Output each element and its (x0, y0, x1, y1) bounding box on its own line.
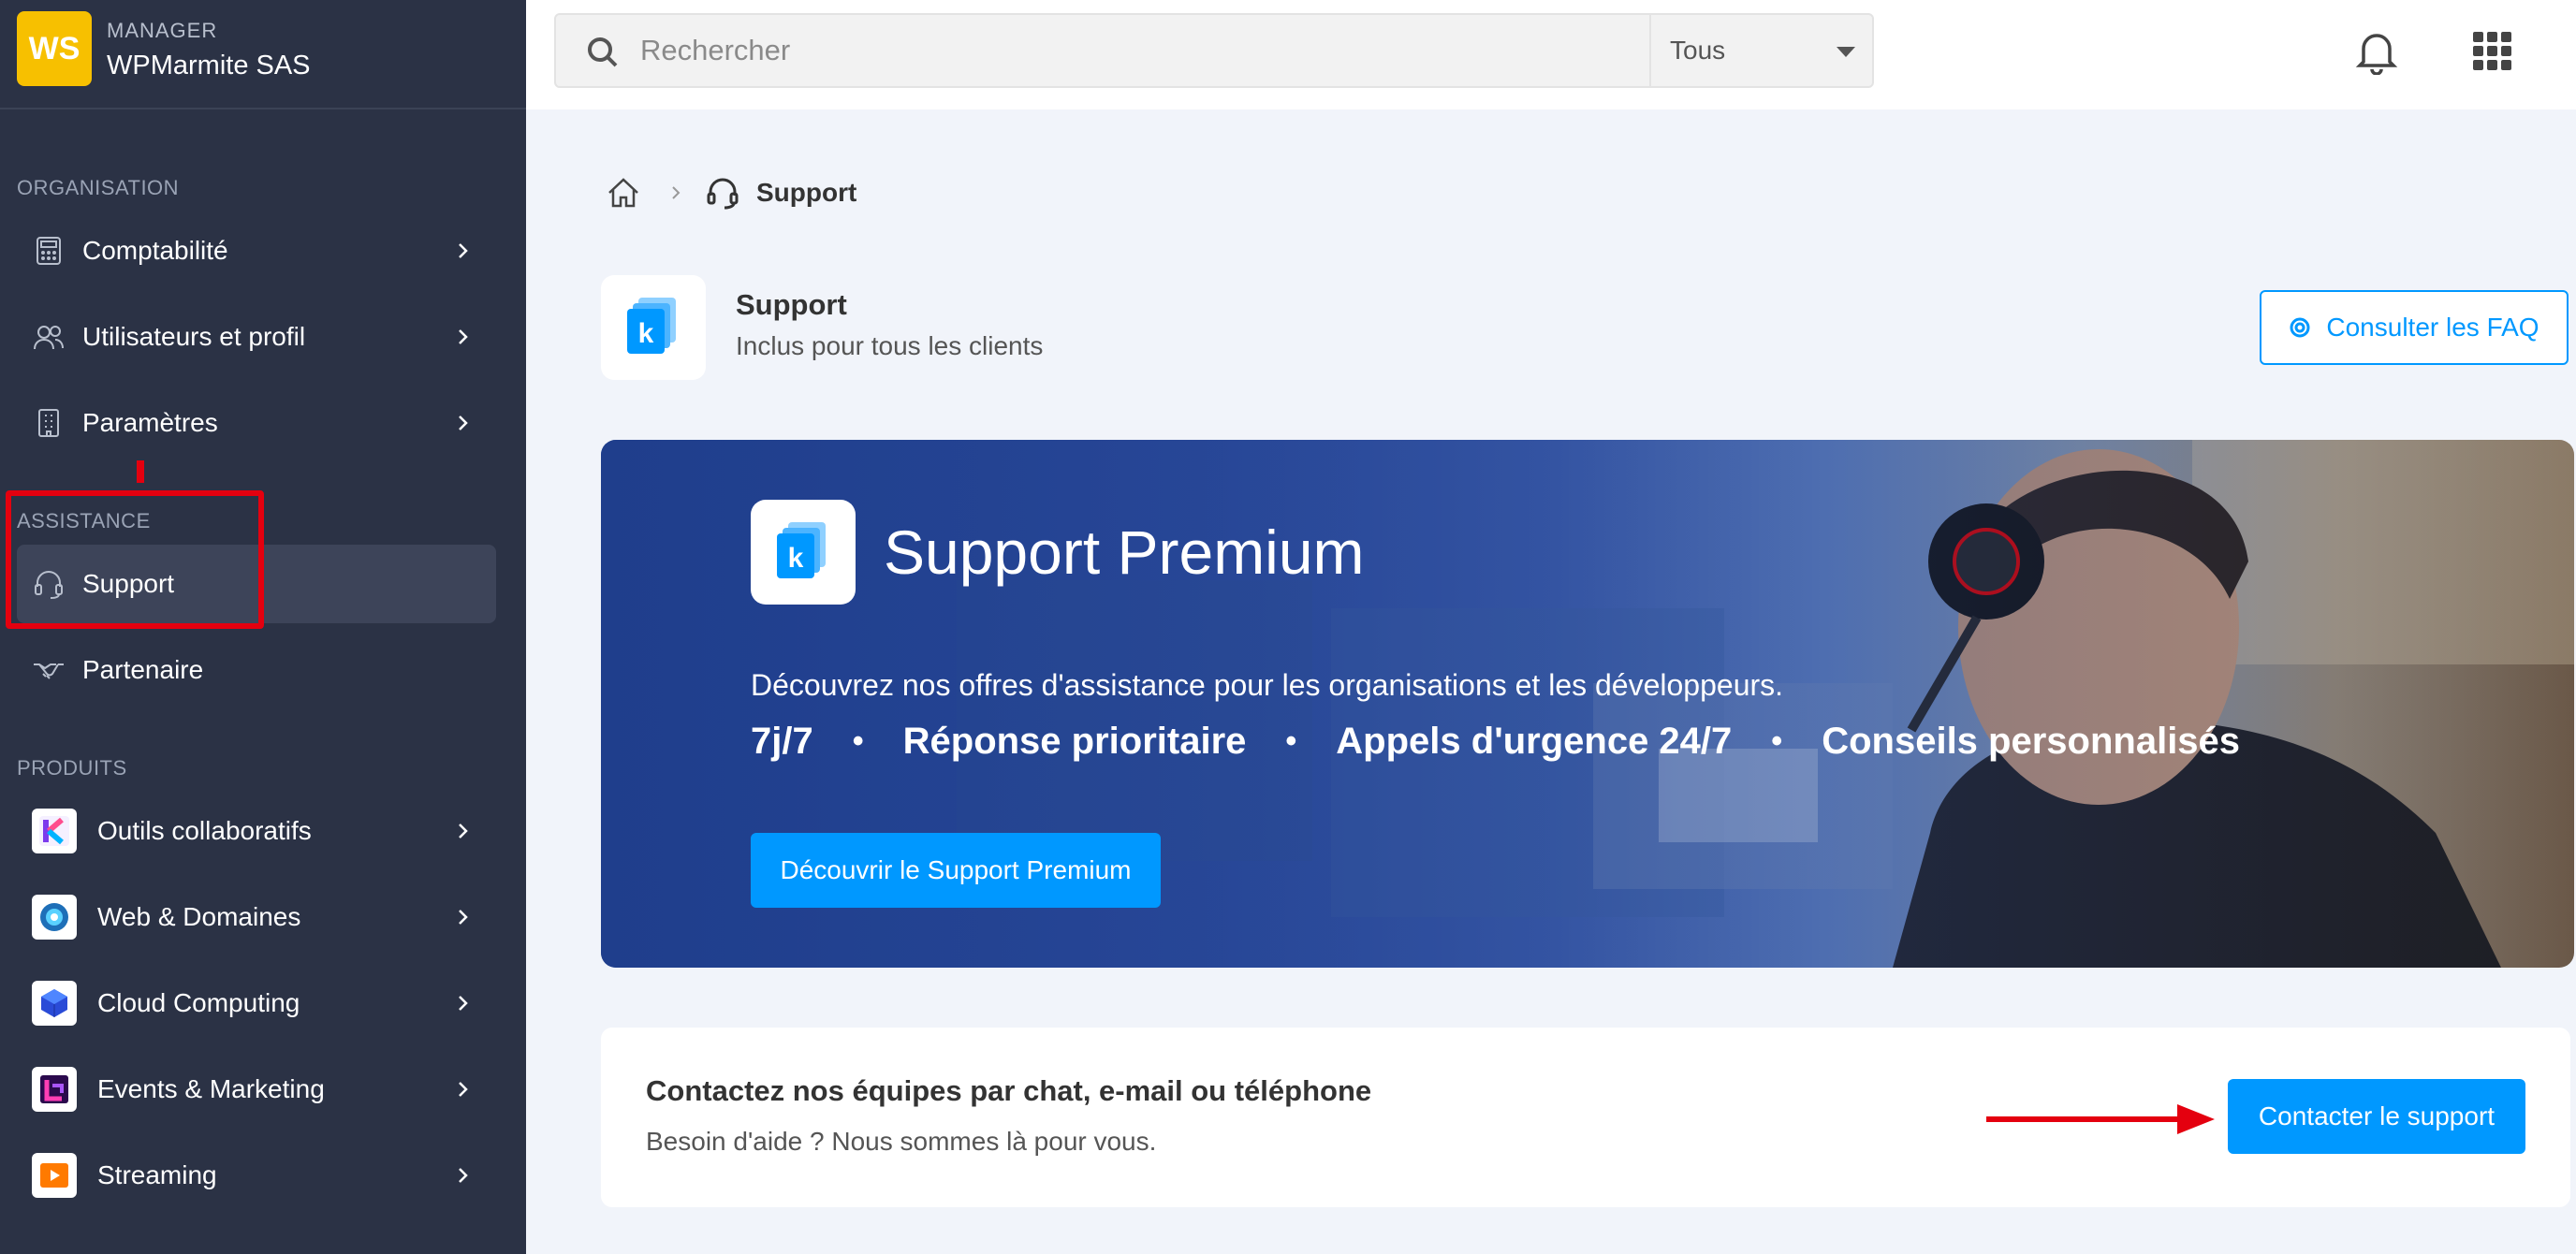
organisation-avatar: WS (17, 11, 92, 86)
users-icon (32, 320, 66, 354)
sidebar-item-label: Events & Marketing (97, 1074, 325, 1103)
feature-separator: • (1285, 723, 1297, 759)
feature-item: Appels d'urgence 24/7 (1336, 721, 1733, 762)
sidebar-item-label: Utilisateurs et profil (82, 322, 306, 351)
annotation-highlight-box (6, 490, 264, 629)
service-title: Support (736, 288, 847, 321)
chevron-right-icon (459, 329, 468, 344)
contact-card: Contactez nos équipes par chat, e-mail o… (601, 1028, 2570, 1207)
sidebar-item-comptabilite[interactable]: Comptabilité (17, 211, 496, 290)
sidebar-item-outils-collaboratifs[interactable]: Outils collaboratifs (17, 792, 496, 870)
search-scope-select[interactable]: Tous (1649, 13, 1874, 88)
search-icon (588, 37, 618, 67)
chevron-right-icon (459, 1168, 468, 1183)
events-icon (32, 1067, 77, 1112)
feature-item: Conseils personnalisés (1822, 721, 2241, 762)
headset-icon (707, 178, 739, 210)
banner-features: 7j/7 • Réponse prioritaire • Appels d'ur… (751, 721, 2240, 763)
sidebar-item-parametres[interactable]: Paramètres (17, 384, 496, 462)
calculator-icon (32, 234, 66, 268)
annotation-arrow-icon (1986, 1104, 2215, 1134)
caret-down-icon (1837, 47, 1855, 57)
sidebar-item-cloud-computing[interactable]: Cloud Computing (17, 964, 496, 1043)
account-role: MANAGER (107, 19, 218, 42)
search-input[interactable] (640, 30, 1576, 71)
banner-description: Découvrez nos offres d'assistance pour l… (751, 668, 1784, 702)
chevron-right-icon (459, 243, 468, 258)
chevron-right-icon (459, 824, 468, 838)
svg-text:k: k (788, 543, 804, 574)
feature-item: 7j/7 (751, 721, 813, 762)
sidebar-item-events-marketing[interactable]: Events & Marketing (17, 1050, 496, 1129)
handshake-icon (32, 653, 66, 687)
sidebar-item-label: Partenaire (82, 655, 204, 684)
chevron-right-icon (672, 186, 681, 199)
premium-banner: k Support Premium Découvrez nos offres d… (601, 440, 2574, 968)
section-title-organisation: ORGANISATION (17, 176, 180, 199)
lifebuoy-icon (2290, 317, 2310, 338)
bell-icon[interactable] (2355, 28, 2398, 75)
search-scope-value: Tous (1670, 36, 1726, 65)
account-switcher[interactable]: WS MANAGER WPMarmite SAS (0, 0, 526, 109)
sidebar-item-utilisateurs[interactable]: Utilisateurs et profil (17, 298, 496, 376)
discover-premium-button[interactable]: Découvrir le Support Premium (751, 833, 1161, 908)
premium-logo: k (751, 500, 856, 605)
sidebar-item-web-domaines[interactable]: Web & Domaines (17, 878, 496, 956)
feature-separator: • (852, 723, 864, 759)
sidebar-item-label: Streaming (97, 1160, 217, 1189)
cloud-cube-icon (32, 981, 77, 1026)
play-icon (32, 1153, 77, 1198)
chevron-right-icon (459, 910, 468, 925)
banner-title: Support Premium (884, 518, 1365, 587)
sidebar-item-partenaire[interactable]: Partenaire (17, 631, 496, 709)
contact-support-button[interactable]: Contacter le support (2228, 1079, 2525, 1154)
feature-separator: • (1771, 723, 1783, 759)
sidebar-item-label: Outils collaboratifs (97, 816, 312, 845)
sidebar-item-label: Comptabilité (82, 236, 228, 265)
search-bar (554, 13, 1677, 88)
faq-button-label: Consulter les FAQ (2326, 313, 2539, 342)
sidebar-item-label: Web & Domaines (97, 902, 301, 931)
organisation-name: WPMarmite SAS (107, 51, 311, 80)
top-bar: Tous (526, 0, 2576, 109)
sidebar-item-label: Paramètres (82, 408, 218, 437)
svg-text:k: k (638, 318, 654, 349)
home-icon[interactable] (605, 174, 642, 211)
sidebar-item-streaming[interactable]: Streaming (17, 1136, 496, 1215)
chevron-right-icon (459, 416, 468, 430)
service-subtitle: Inclus pour tous les clients (736, 331, 1044, 360)
sidebar-item-label: Cloud Computing (97, 988, 300, 1017)
feature-item: Réponse prioritaire (902, 721, 1247, 762)
contact-subtitle: Besoin d'aide ? Nous sommes là pour vous… (646, 1127, 1157, 1156)
breadcrumb: Support (605, 174, 856, 211)
breadcrumb-current: Support (756, 178, 857, 207)
chevron-right-icon (459, 996, 468, 1011)
section-title-produits: PRODUITS (17, 756, 127, 780)
support-logo: k (601, 275, 706, 380)
web-domains-icon (32, 895, 77, 940)
kchat-logo-icon (32, 809, 77, 853)
faq-button[interactable]: Consulter les FAQ (2260, 290, 2569, 365)
apps-grid-icon[interactable] (2473, 32, 2512, 71)
building-icon (32, 406, 66, 440)
annotation-marker (137, 460, 144, 483)
chevron-right-icon (459, 1082, 468, 1097)
contact-title: Contactez nos équipes par chat, e-mail o… (646, 1074, 1372, 1107)
